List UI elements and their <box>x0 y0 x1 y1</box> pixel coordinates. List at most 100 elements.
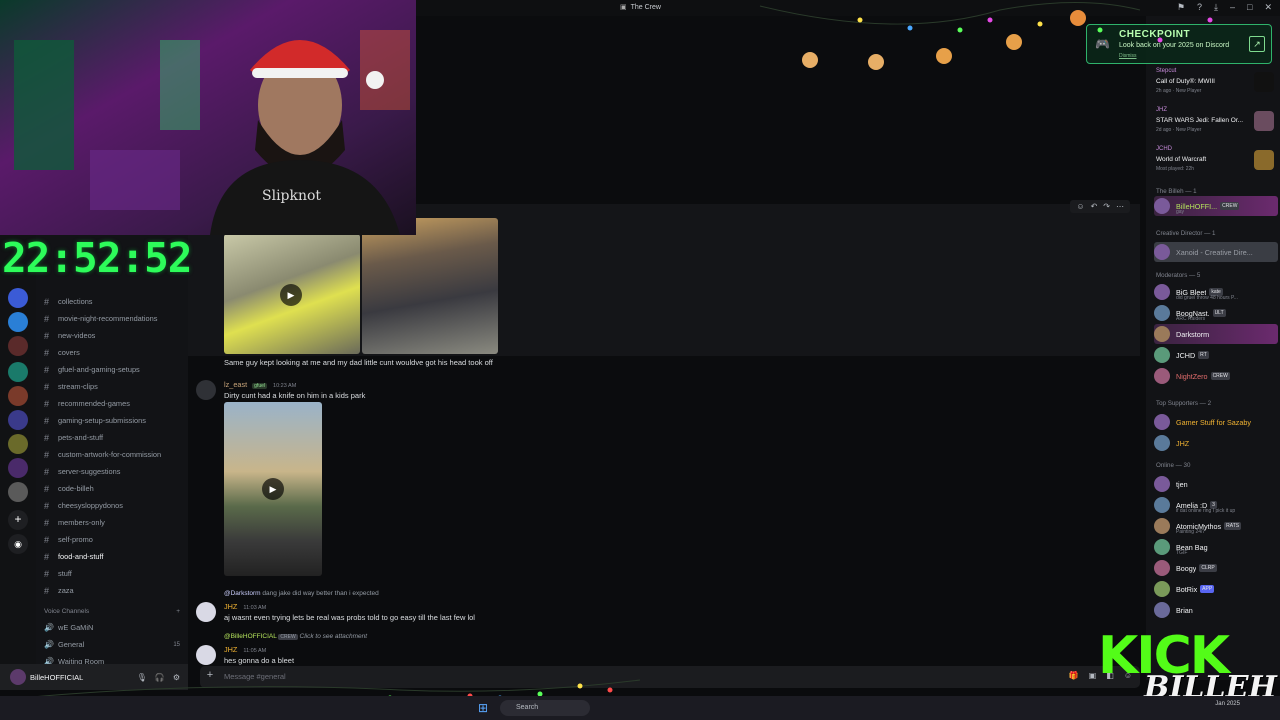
channel-gfuel-and-gaming-setups[interactable]: # gfuel-and-gaming-setups <box>44 362 180 377</box>
server-icon[interactable] <box>8 288 28 308</box>
composer-placeholder[interactable]: Message #general <box>224 672 286 681</box>
channel-new-videos[interactable]: # new-videos <box>44 328 180 343</box>
member-item[interactable]: NightZero CREW <box>1154 366 1278 386</box>
help-icon[interactable]: ? <box>1197 2 1202 13</box>
channel-food-and-stuff[interactable]: # food-and-stuff <box>44 549 180 564</box>
channel-custom-artwork-for-commission[interactable]: # custom-artwork-for-commission <box>44 447 180 462</box>
open-icon[interactable]: ↗ <box>1249 36 1265 52</box>
windows-start-icon[interactable]: ⊞ <box>478 701 488 715</box>
inbox-icon[interactable]: ⚑ <box>1177 2 1185 13</box>
member-name: Boogy <box>1176 563 1197 573</box>
channel-gaming-setup-submissions[interactable]: # gaming-setup-submissions <box>44 413 180 428</box>
channel-cheesysloppydonos[interactable]: # cheesysloppydonos <box>44 498 180 513</box>
channel-label: custom-artwork-for-commission <box>58 450 162 459</box>
member-item[interactable]: Darkstorm <box>1154 324 1278 344</box>
reply-icon[interactable]: ↶ <box>1091 202 1098 211</box>
server-icon[interactable] <box>8 386 28 406</box>
reply-text: dang jake did way better than i expected <box>262 590 379 597</box>
message-composer[interactable]: + Message #general 🎁 ▣ ◧ ☺ <box>200 666 1140 688</box>
channel-covers[interactable]: # covers <box>44 345 180 360</box>
author-name[interactable]: JHZ <box>224 645 237 654</box>
member-item[interactable]: BotRix APP <box>1154 579 1278 599</box>
play-icon[interactable]: ▶ <box>280 284 302 306</box>
member-item[interactable]: AtomicMythos RATS Painting 24/7 <box>1154 516 1278 536</box>
member-item[interactable]: BoogNast. ULT ARC Raiders <box>1154 303 1278 323</box>
member-item[interactable]: Gamer Stuff for Sazaby <box>1154 412 1278 432</box>
channel-code-billeh[interactable]: # code-billeh <box>44 481 180 496</box>
member-item[interactable]: BiG Bleet kate did gruel throw 48 hours P.… <box>1154 282 1278 302</box>
gift-icon[interactable]: 🎁 <box>1069 671 1079 680</box>
avatar[interactable] <box>10 669 26 685</box>
gif-icon[interactable]: ▣ <box>1089 671 1097 680</box>
add-channel-icon[interactable]: + <box>176 608 180 615</box>
member-item[interactable]: Brian <box>1154 600 1278 620</box>
member-list: Stepcut Call of Duty®: MWIII 2h ago · New … <box>1146 16 1280 680</box>
voice-channel-label: wE GaMiN <box>58 623 94 632</box>
member-group-billeh: The Billeh — 1 <box>1156 188 1197 195</box>
explore-icon[interactable]: ◉ <box>8 534 28 554</box>
channel-stuff[interactable]: # stuff <box>44 566 180 581</box>
avatar[interactable] <box>196 602 216 622</box>
play-icon[interactable]: ▶ <box>262 478 284 500</box>
maximize-icon[interactable]: □ <box>1247 2 1252 13</box>
avatar[interactable] <box>196 380 216 400</box>
reply-reference[interactable]: @BilleHOFFICIAL CREW Click to see attach… <box>224 633 367 640</box>
download-icon[interactable]: ⤓ <box>1214 2 1218 13</box>
voice-channel[interactable]: 🔊 General 15 <box>44 637 180 652</box>
member-item[interactable]: tjen <box>1154 474 1278 494</box>
activity-card[interactable]: Stepcut Call of Duty®: MWIII 2h ago · New … <box>1154 68 1278 104</box>
channel-collections[interactable]: # collections <box>44 294 180 309</box>
member-item[interactable]: Xanoid - Creative Dire... <box>1154 242 1278 262</box>
mic-icon[interactable]: 🎙 <box>137 673 147 682</box>
member-item[interactable]: JHZ <box>1154 433 1278 453</box>
channel-pets-and-stuff[interactable]: # pets-and-stuff <box>44 430 180 445</box>
server-icon[interactable] <box>8 362 28 382</box>
server-icon[interactable] <box>8 410 28 430</box>
channel-server-suggestions[interactable]: # server-suggestions <box>44 464 180 479</box>
activity-card[interactable]: JHZ STAR WARS Jedi: Fallen Or... 2d ago · … <box>1154 107 1278 143</box>
video-attachment[interactable]: ▶ <box>224 234 360 354</box>
author-name[interactable]: lz_east <box>224 380 247 389</box>
server-icon[interactable] <box>8 434 28 454</box>
add-server-icon[interactable]: + <box>8 510 28 530</box>
avatar[interactable] <box>196 645 216 665</box>
reply-reference[interactable]: @Darkstorm dang jake did way better than… <box>224 590 379 597</box>
server-icon[interactable] <box>8 458 28 478</box>
author-name[interactable]: JHZ <box>224 602 237 611</box>
member-name: tjen <box>1176 479 1188 489</box>
channel-recommended-games[interactable]: # recommended-games <box>44 396 180 411</box>
member-item[interactable]: Boogy CLRP <box>1154 558 1278 578</box>
member-item[interactable]: Amelia :D 3 if dat online ring I pick it u… <box>1154 495 1278 515</box>
server-icon[interactable] <box>8 312 28 332</box>
headphones-icon[interactable]: 🎧 <box>155 673 165 682</box>
reaction-icon[interactable]: ☺ <box>1076 202 1084 211</box>
close-icon[interactable]: ✕ <box>1264 2 1272 13</box>
minimize-icon[interactable]: – <box>1230 2 1235 13</box>
more-icon[interactable]: ⋯ <box>1116 202 1124 211</box>
checkpoint-banner[interactable]: 🎮 CHECKPOINT Look back on your 2025 on D… <box>1086 24 1272 64</box>
channel-label: movie-night-recommendations <box>58 314 158 323</box>
member-status: Painting 24/7 <box>1176 529 1206 535</box>
avatar <box>1154 284 1170 300</box>
taskbar-search[interactable]: Search <box>500 700 590 716</box>
member-item[interactable]: JCHD RT <box>1154 345 1278 365</box>
channel-movie-night-recommendations[interactable]: # movie-night-recommendations <box>44 311 180 326</box>
forward-icon[interactable]: ↷ <box>1103 202 1110 211</box>
dismiss-link[interactable]: Dismiss <box>1119 53 1137 59</box>
voice-channel[interactable]: 🔊 wE GaMiN <box>44 620 180 635</box>
video-attachment[interactable] <box>362 218 498 354</box>
channel-members-only[interactable]: # members-only <box>44 515 180 530</box>
settings-icon[interactable]: ⚙ <box>173 673 180 682</box>
server-icon[interactable] <box>8 482 28 502</box>
message-author: JHZ 11:05 AM <box>224 645 266 654</box>
channel-zaza[interactable]: # zaza <box>44 583 180 598</box>
member-item[interactable]: Bean Bag TGIF <box>1154 537 1278 557</box>
video-attachment[interactable]: ▶ <box>224 402 322 576</box>
activity-card[interactable]: JCHD World of Warcraft Most played: 22h <box>1154 146 1278 182</box>
channel-stream-clips[interactable]: # stream-clips <box>44 379 180 394</box>
member-item[interactable]: BilleHOFFI... CREW gay <box>1154 196 1278 216</box>
attach-icon[interactable]: + <box>202 669 218 685</box>
server-icon[interactable] <box>8 336 28 356</box>
channel-self-promo[interactable]: # self-promo <box>44 532 180 547</box>
voice-channels-header[interactable]: Voice Channels + <box>44 608 180 615</box>
